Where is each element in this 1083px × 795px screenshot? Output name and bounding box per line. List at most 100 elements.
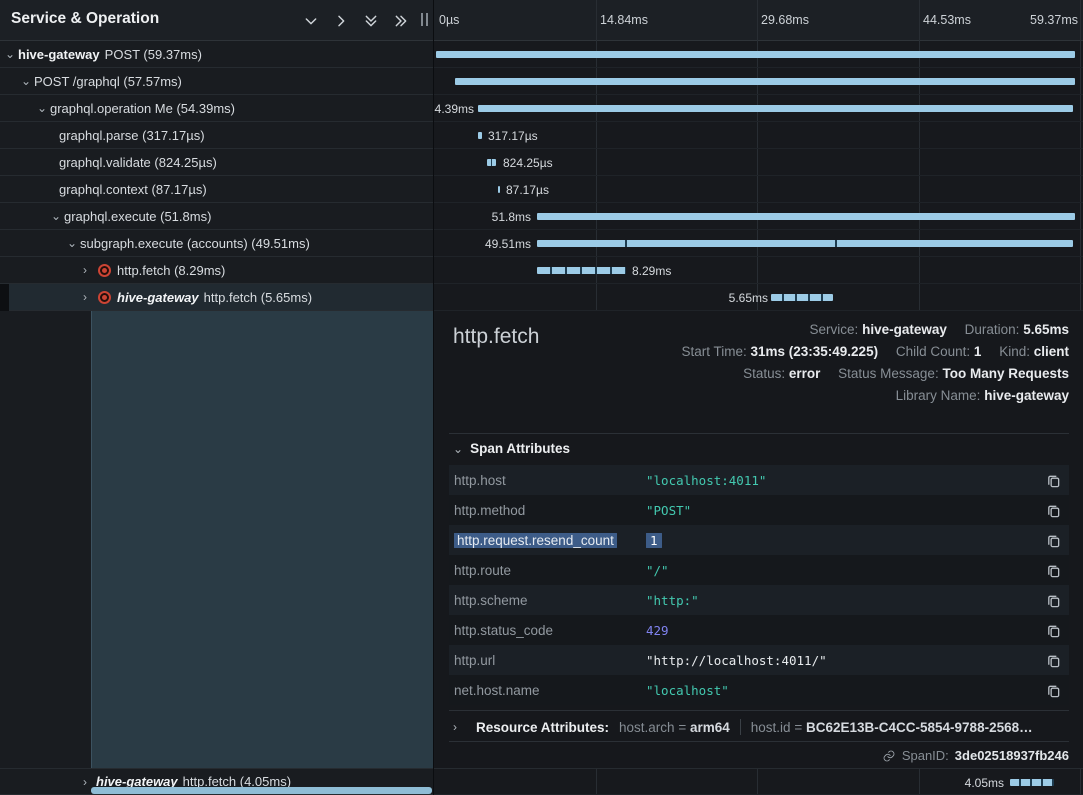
attribute-value: "/"	[646, 563, 1039, 578]
meta-line-1: Service: hive-gateway Duration: 5.65ms	[681, 319, 1069, 341]
span-duration-label: 4.05ms	[944, 776, 1004, 790]
span-name: graphql.operation Me (54.39ms)	[50, 101, 235, 116]
tree-row-http-fetch-8ms[interactable]: › http.fetch (8.29ms)	[0, 257, 434, 284]
attribute-key: http.method	[454, 503, 646, 518]
copy-icon[interactable]	[1039, 533, 1061, 548]
tree-row-hive-gateway-post[interactable]: ⌄ hive-gateway POST (59.37ms)	[0, 41, 434, 68]
attribute-row: http.scheme "http:"	[449, 585, 1069, 615]
attribute-key: http.status_code	[454, 623, 646, 638]
service-label: Service:	[810, 322, 859, 337]
timeline-row: 824.25µs	[434, 149, 1083, 176]
attribute-value: "localhost"	[646, 683, 1039, 698]
copy-icon[interactable]	[1039, 503, 1061, 518]
attribute-value: 1	[646, 533, 662, 548]
copy-icon[interactable]	[1039, 563, 1061, 578]
resource-attributes-toggle[interactable]: › Resource Attributes: host.arch = arm64…	[453, 713, 1033, 741]
copy-icon[interactable]	[1039, 623, 1061, 638]
timeline-row	[434, 68, 1083, 95]
service-name: hive-gateway	[117, 290, 199, 305]
span-bar[interactable]	[537, 213, 1075, 220]
span-id-row: SpanID: 3de02518937fb246	[882, 748, 1069, 763]
link-icon[interactable]	[882, 749, 896, 763]
span-bar[interactable]	[498, 186, 500, 193]
expand-one-icon[interactable]	[332, 12, 349, 29]
span-bar[interactable]	[478, 132, 482, 139]
child-count-value: 1	[974, 344, 982, 359]
chevron-right-icon: ›	[453, 721, 466, 733]
service-name: hive-gateway	[18, 47, 100, 62]
expand-all-icon[interactable]	[392, 12, 409, 29]
error-status-icon	[98, 264, 111, 277]
span-duration-label: 49.51ms	[471, 237, 531, 251]
tree-row-graphql-context[interactable]: graphql.context (87.17µs)	[0, 176, 434, 203]
resource-item: host.id = BC62E13B-C4CC-5854-9788-2568…	[751, 720, 1033, 735]
chevron-down-icon[interactable]: ⌄	[5, 48, 18, 60]
span-name: http.fetch (8.29ms)	[117, 263, 225, 278]
chevron-right-icon[interactable]: ›	[83, 776, 96, 788]
span-id-label: SpanID:	[902, 748, 949, 763]
start-time-value: 31ms (23:35:49.225)	[750, 344, 878, 359]
chevron-down-icon[interactable]: ⌄	[21, 75, 34, 87]
span-meta: Service: hive-gateway Duration: 5.65ms S…	[681, 319, 1069, 407]
copy-icon[interactable]	[1039, 653, 1061, 668]
collapse-one-icon[interactable]	[302, 12, 319, 29]
meta-line-3: Status: error Status Message: Too Many R…	[681, 363, 1069, 385]
tree-row-http-fetch-5ms-selected[interactable]: › hive-gateway http.fetch (5.65ms)	[0, 284, 434, 311]
attribute-key: http.host	[454, 473, 646, 488]
span-duration-label: 317.17µs	[488, 129, 538, 143]
attribute-key: http.url	[454, 653, 646, 668]
library-name-value: hive-gateway	[984, 388, 1069, 403]
tree-row-graphql-execute[interactable]: ⌄ graphql.execute (51.8ms)	[0, 203, 434, 230]
timeline-row	[434, 41, 1083, 68]
tree-row-graphql-parse[interactable]: graphql.parse (317.17µs)	[0, 122, 434, 149]
tree-row-graphql-validate[interactable]: graphql.validate (824.25µs)	[0, 149, 434, 176]
span-name: graphql.validate (824.25µs)	[59, 155, 217, 170]
timeline-row: 317.17µs	[434, 122, 1083, 149]
span-bar[interactable]	[537, 240, 1073, 247]
divider	[449, 710, 1069, 711]
attribute-row-selected: http.request.resend_count 1	[449, 525, 1069, 555]
resource-item: host.arch = arm64	[619, 720, 730, 735]
copy-icon[interactable]	[1039, 473, 1061, 488]
span-attributes-toggle[interactable]: ⌄ Span Attributes	[453, 441, 570, 456]
chevron-right-icon[interactable]: ›	[83, 291, 96, 303]
span-bar[interactable]	[436, 51, 1075, 58]
collapse-all-icon[interactable]	[362, 12, 379, 29]
chevron-down-icon[interactable]: ⌄	[67, 237, 80, 249]
status-label: Status:	[743, 366, 785, 381]
attribute-row: http.url "http://localhost:4011/"	[449, 645, 1069, 675]
tree-row-post-graphql[interactable]: ⌄ POST /graphql (57.57ms)	[0, 68, 434, 95]
tree-row-graphql-operation[interactable]: ⌄ graphql.operation Me (54.39ms)	[0, 95, 434, 122]
span-name: http.fetch (5.65ms)	[204, 290, 312, 305]
status-message-value: Too Many Requests	[942, 366, 1069, 381]
timeline-tick-0: 0µs	[439, 13, 459, 27]
panel-divider	[433, 0, 434, 795]
span-detail-title: http.fetch	[453, 325, 539, 349]
attribute-value: "POST"	[646, 503, 1039, 518]
timeline-panel: 0µs 14.84ms 29.68ms 44.53ms 59.37ms 54.3…	[434, 0, 1083, 795]
tree-toolbar	[302, 12, 409, 29]
horizontal-scrollbar[interactable]	[91, 787, 432, 794]
span-bar[interactable]	[1010, 779, 1054, 786]
chevron-right-icon[interactable]: ›	[83, 264, 96, 276]
attribute-key: http.request.resend_count	[454, 533, 617, 548]
chevron-down-icon[interactable]: ⌄	[51, 210, 64, 222]
span-bar[interactable]	[487, 159, 496, 166]
span-bar[interactable]	[771, 294, 833, 301]
span-bar[interactable]	[455, 78, 1075, 85]
span-duration-label: 51.8ms	[471, 210, 531, 224]
span-duration-label: 87.17µs	[506, 183, 549, 197]
copy-icon[interactable]	[1039, 683, 1061, 698]
span-bar[interactable]	[478, 105, 1073, 112]
copy-icon[interactable]	[1039, 593, 1061, 608]
timeline-row: 5.65ms	[434, 284, 1083, 311]
span-name: POST (59.37ms)	[105, 47, 202, 62]
chevron-down-icon[interactable]: ⌄	[37, 102, 50, 114]
tree-row-subgraph-execute[interactable]: ⌄ subgraph.execute (accounts) (49.51ms)	[0, 230, 434, 257]
service-value: hive-gateway	[862, 322, 947, 337]
panel-resize-handle[interactable]	[421, 13, 428, 26]
chevron-down-icon: ⌄	[453, 443, 463, 455]
span-bar[interactable]	[537, 267, 626, 274]
span-attributes-table: http.host "localhost:4011" http.method "…	[449, 465, 1069, 705]
timeline-row: 87.17µs	[434, 176, 1083, 203]
